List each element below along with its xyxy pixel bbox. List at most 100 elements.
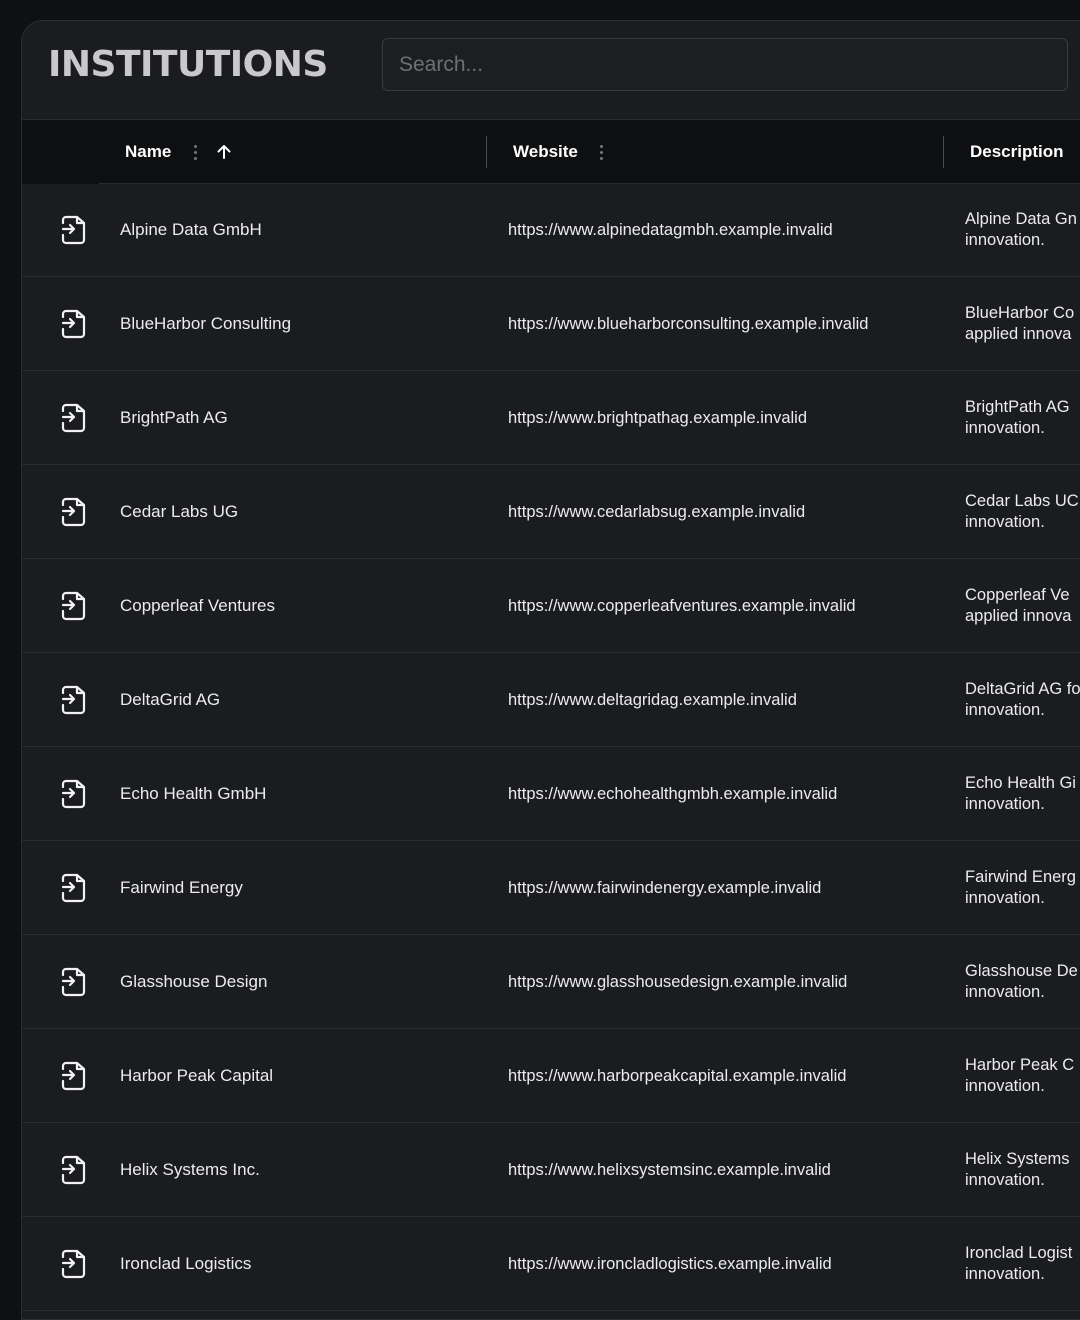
description-line: innovation. <box>965 889 1045 907</box>
cell-website[interactable]: https://www.helixsystemsinc.example.inva… <box>508 1123 831 1217</box>
column-header-name[interactable]: Name <box>125 120 233 184</box>
cell-description: Echo Health Gi innovation. <box>965 747 1080 841</box>
description-line: Glasshouse De <box>965 962 1078 980</box>
description-line: Ironclad Logist <box>965 1244 1073 1262</box>
table-row[interactable]: Helix Systems Inc. https://www.helixsyst… <box>22 1123 1080 1217</box>
cell-website[interactable]: https://www.brightpathag.example.invalid <box>508 371 807 465</box>
cell-description: Cedar Labs UC innovation. <box>965 465 1080 559</box>
kebab-menu-icon[interactable] <box>193 142 197 163</box>
column-resize-handle[interactable] <box>943 136 944 168</box>
table-row[interactable]: Echo Health GmbH https://www.echohealthg… <box>22 747 1080 841</box>
description-line: innovation. <box>965 1077 1045 1095</box>
cell-name: Fairwind Energy <box>120 878 243 897</box>
page-title: INSTITUTIONS <box>48 44 328 85</box>
file-import-icon[interactable] <box>60 591 88 621</box>
description-line: innovation. <box>965 1265 1045 1283</box>
cell-website[interactable]: https://www.harborpeakcapital.example.in… <box>508 1029 846 1123</box>
description-line: innovation. <box>965 983 1045 1001</box>
cell-name: Cedar Labs UG <box>120 502 239 521</box>
table-row[interactable]: Alpine Data GmbH https://www.alpinedatag… <box>22 183 1080 277</box>
table-row[interactable]: BrightPath AG https://www.brightpathag.e… <box>22 371 1080 465</box>
cell-name: Helix Systems Inc. <box>120 1160 260 1179</box>
cell-name: Glasshouse Design <box>120 972 268 991</box>
column-header-website[interactable]: Website <box>513 120 604 184</box>
description-line: DeltaGrid AG fo <box>965 680 1080 698</box>
description-line: innovation. <box>965 513 1045 531</box>
kebab-menu-icon[interactable] <box>600 142 604 163</box>
description-line: Cedar Labs UC <box>965 492 1079 510</box>
description-line: Fairwind Energ <box>965 868 1076 886</box>
table-row[interactable]: Cedar Labs UG https://www.cedarlabsug.ex… <box>22 465 1080 559</box>
cell-name: Echo Health GmbH <box>120 784 267 803</box>
column-header-name-label: Name <box>125 142 172 161</box>
file-import-icon[interactable] <box>60 685 88 715</box>
cell-name: Copperleaf Ventures <box>120 596 275 615</box>
table-header: Name Website Description <box>22 119 1080 184</box>
cell-description: Copperleaf Ve applied innova <box>965 559 1080 653</box>
file-import-icon[interactable] <box>60 1061 88 1091</box>
table-row[interactable]: BlueHarbor Consulting https://www.blueha… <box>22 277 1080 371</box>
table-body: Alpine Data GmbH https://www.alpinedatag… <box>22 183 1080 1311</box>
cell-name: BrightPath AG <box>120 408 228 427</box>
cell-name: DeltaGrid AG <box>120 690 221 709</box>
cell-website[interactable]: https://www.ironcladlogistics.example.in… <box>508 1217 832 1311</box>
table-row[interactable]: Glasshouse Design https://www.glasshouse… <box>22 935 1080 1029</box>
cell-description: Glasshouse De innovation. <box>965 935 1080 1029</box>
cell-description: BlueHarbor Co applied innova <box>965 277 1080 371</box>
file-import-icon[interactable] <box>60 1155 88 1185</box>
table-row[interactable]: Harbor Peak Capital https://www.harborpe… <box>22 1029 1080 1123</box>
description-line: innovation. <box>965 419 1045 437</box>
file-import-icon[interactable] <box>60 873 88 903</box>
cell-website[interactable]: https://www.cedarlabsug.example.invalid <box>508 465 805 559</box>
cell-name: BlueHarbor Consulting <box>120 314 292 333</box>
column-header-website-label: Website <box>513 142 578 161</box>
cell-website[interactable]: https://www.echohealthgmbh.example.inval… <box>508 747 837 841</box>
description-line: BrightPath AG <box>965 398 1070 416</box>
description-line: innovation. <box>965 231 1045 249</box>
file-import-icon[interactable] <box>60 779 88 809</box>
cell-description: DeltaGrid AG fo innovation. <box>965 653 1080 747</box>
toolbar: INSTITUTIONS <box>22 21 1080 119</box>
arrow-up-icon[interactable] <box>215 143 233 161</box>
file-import-icon[interactable] <box>60 1249 88 1279</box>
description-line: applied innova <box>965 325 1072 343</box>
column-resize-handle[interactable] <box>486 136 487 168</box>
institutions-panel: INSTITUTIONS Name Website Description Al… <box>21 20 1080 1320</box>
cell-description: BrightPath AG innovation. <box>965 371 1080 465</box>
cell-description: Alpine Data Gn innovation. <box>965 183 1080 277</box>
cell-description: Harbor Peak C innovation. <box>965 1029 1080 1123</box>
file-import-icon[interactable] <box>60 497 88 527</box>
cell-name: Harbor Peak Capital <box>120 1066 274 1085</box>
description-line: innovation. <box>965 1171 1045 1189</box>
description-line: Helix Systems <box>965 1150 1070 1168</box>
cell-description: Helix Systems innovation. <box>965 1123 1080 1217</box>
cell-website[interactable]: https://www.copperleafventures.example.i… <box>508 559 856 653</box>
cell-website[interactable]: https://www.fairwindenergy.example.inval… <box>508 841 821 935</box>
table-row[interactable]: DeltaGrid AG https://www.deltagridag.exa… <box>22 653 1080 747</box>
description-line: Alpine Data Gn <box>965 210 1077 228</box>
description-line: innovation. <box>965 795 1045 813</box>
cell-website[interactable]: https://www.glasshousedesign.example.inv… <box>508 935 847 1029</box>
column-header-description[interactable]: Description <box>970 120 1064 184</box>
cell-website[interactable]: https://www.alpinedatagmbh.example.inval… <box>508 183 833 277</box>
table-row[interactable]: Copperleaf Ventures https://www.copperle… <box>22 559 1080 653</box>
file-import-icon[interactable] <box>60 967 88 997</box>
description-line: applied innova <box>965 607 1072 625</box>
description-line: innovation. <box>965 701 1045 719</box>
description-line: Echo Health Gi <box>965 774 1076 792</box>
file-import-icon[interactable] <box>60 309 88 339</box>
file-import-icon[interactable] <box>60 403 88 433</box>
cell-website[interactable]: https://www.blueharborconsulting.example… <box>508 277 868 371</box>
column-header-description-label: Description <box>970 142 1064 161</box>
file-import-icon[interactable] <box>60 215 88 245</box>
search-input[interactable] <box>382 38 1068 91</box>
cell-name: Ironclad Logistics <box>120 1254 252 1273</box>
description-line: Harbor Peak C <box>965 1056 1075 1074</box>
cell-description: Ironclad Logist innovation. <box>965 1217 1080 1311</box>
cell-website[interactable]: https://www.deltagridag.example.invalid <box>508 653 797 747</box>
table-row[interactable]: Fairwind Energy https://www.fairwindener… <box>22 841 1080 935</box>
description-line: BlueHarbor Co <box>965 304 1075 322</box>
description-line: Copperleaf Ve <box>965 586 1070 604</box>
cell-description: Fairwind Energ innovation. <box>965 841 1080 935</box>
table-row[interactable]: Ironclad Logistics https://www.ironcladl… <box>22 1217 1080 1311</box>
